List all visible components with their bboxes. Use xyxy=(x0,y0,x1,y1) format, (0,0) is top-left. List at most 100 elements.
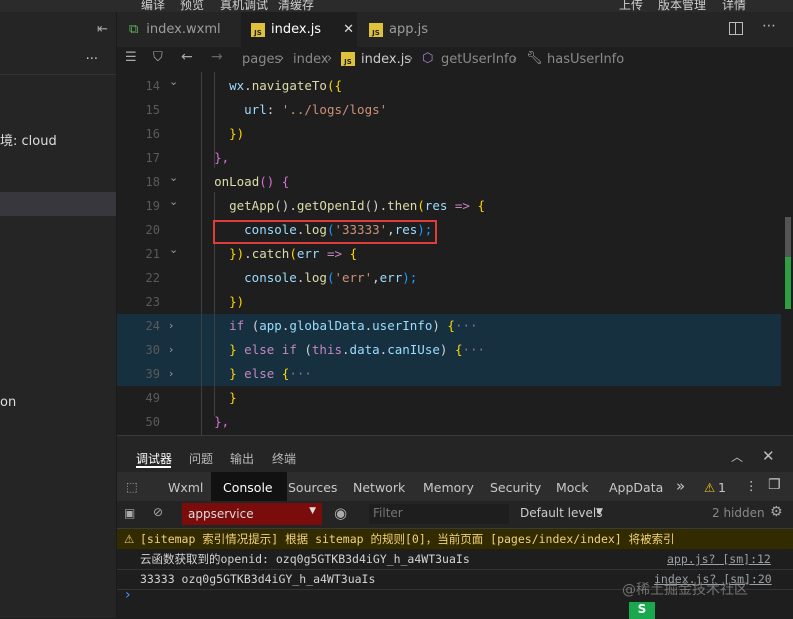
clear-console-icon[interactable]: ⊘ xyxy=(153,505,163,519)
code-line[interactable]: 19 ⌄ getApp().getOpenId().then(res => { xyxy=(117,194,781,218)
tab-index-js[interactable]: JS index.js ✕ xyxy=(241,12,357,47)
console-prompt-icon[interactable]: › xyxy=(125,587,131,603)
tab-console[interactable]: Console xyxy=(223,480,273,495)
code-token: { xyxy=(447,318,455,333)
menu-device-debug[interactable]: 真机调试 xyxy=(220,0,268,12)
eye-icon[interactable]: ◉ xyxy=(334,504,347,522)
gear-icon[interactable]: ⚙ xyxy=(770,504,783,520)
panel-tabs: 调试器 问题 输出 终端 ︿ ✕ xyxy=(117,436,793,472)
tab-appdata[interactable]: AppData xyxy=(609,480,663,495)
highlight-box xyxy=(213,220,437,244)
fold-open-icon[interactable]: ⌄ xyxy=(169,72,178,94)
list-icon[interactable]: ☰ xyxy=(125,50,137,65)
menu-clear-cache[interactable]: 清缓存 xyxy=(278,0,314,12)
code-token: }, xyxy=(214,150,230,165)
code-token: . xyxy=(364,318,373,333)
tab-memory[interactable]: Memory xyxy=(423,480,474,495)
fold-closed-icon[interactable]: › xyxy=(169,362,173,386)
breadcrumb-method[interactable]: getUserInfo xyxy=(441,52,517,67)
warning-count[interactable]: 1 xyxy=(718,480,726,495)
code-line[interactable]: 39 › } else {··· xyxy=(117,362,781,386)
more-tabs-icon[interactable]: » xyxy=(676,477,685,495)
tab-wxml[interactable]: Wxml xyxy=(168,480,203,495)
tab-sources[interactable]: Sources xyxy=(288,480,337,495)
context-selector[interactable]: appservice ▼ xyxy=(182,503,322,525)
code-token: '../logs/logs' xyxy=(281,102,388,117)
tab-terminal[interactable]: 终端 xyxy=(272,450,296,467)
code-line[interactable]: 30 › } else if (this.data.canIUse) {··· xyxy=(117,338,781,362)
log-levels-dropdown[interactable]: Default levels xyxy=(520,506,602,520)
code-line[interactable]: 50 }, xyxy=(117,410,781,434)
breadcrumb-file[interactable]: index.js xyxy=(361,52,411,67)
code-token: ··· xyxy=(462,342,486,357)
line-number: 39 xyxy=(145,367,160,381)
code-text: } xyxy=(199,386,237,410)
tab-problems[interactable]: 问题 xyxy=(189,450,213,467)
breadcrumb-pages[interactable]: pages xyxy=(242,52,281,67)
code-line[interactable]: 22 console.log('err',err); xyxy=(117,266,781,290)
selected-row[interactable] xyxy=(0,192,116,216)
filter-input[interactable] xyxy=(369,504,505,522)
tab-index-wxml[interactable]: ⧉ index.wxml xyxy=(117,12,239,47)
menu-version-manage[interactable]: 版本管理 xyxy=(658,0,706,12)
code-token: { xyxy=(349,246,358,261)
env-label: 境: cloud xyxy=(0,134,57,149)
close-tab-icon[interactable]: ✕ xyxy=(343,22,354,37)
code-line[interactable]: 16 }) xyxy=(117,122,781,146)
code-line[interactable]: 23 }) xyxy=(117,290,781,314)
code-token: err xyxy=(379,270,403,285)
breadcrumb-property[interactable]: hasUserInfo xyxy=(547,52,624,67)
menu-compile[interactable]: 编译 xyxy=(141,0,165,12)
code-line[interactable]: 49 } xyxy=(117,386,781,410)
more-icon[interactable]: ··· xyxy=(86,52,98,67)
fold-open-icon[interactable]: ⌄ xyxy=(169,166,178,190)
code-line[interactable]: 18 ⌄ onLoad() { xyxy=(117,170,781,194)
code-token: . xyxy=(244,78,252,93)
breadcrumb-index[interactable]: index xyxy=(293,52,329,67)
forward-icon[interactable]: → xyxy=(211,49,223,65)
code-line[interactable]: 24 › if (app.globalData.userInfo) {··· xyxy=(117,314,781,338)
code-line[interactable]: 14 ⌄ wx.navigateTo({ xyxy=(117,74,781,98)
fold-closed-icon[interactable]: › xyxy=(169,314,173,338)
menu-upload[interactable]: 上传 xyxy=(619,0,643,12)
tab-app-js[interactable]: JS app.js xyxy=(359,12,463,47)
tab-security[interactable]: Security xyxy=(490,480,541,495)
split-editor-icon[interactable] xyxy=(729,22,743,35)
code-line[interactable]: 15 url: '../logs/logs' xyxy=(117,98,781,122)
line-number: 23 xyxy=(145,295,160,309)
input-method-icon: S xyxy=(629,602,655,619)
code-line[interactable]: 21 ⌄ }).catch(err => { xyxy=(117,242,781,266)
tab-network[interactable]: Network xyxy=(353,480,405,495)
code-line[interactable]: 17 }, xyxy=(117,146,781,170)
line-number: 50 xyxy=(145,415,160,429)
kebab-menu-icon[interactable]: ⋮ xyxy=(745,478,758,493)
code-token: }) xyxy=(229,126,245,141)
code-token: app xyxy=(259,318,282,333)
code-token: getApp xyxy=(229,198,275,213)
menu-details[interactable]: 详情 xyxy=(722,0,746,12)
editor-tab-bar: ⧉ index.wxml JS index.js ✕ JS app.js ⋯ xyxy=(117,12,793,47)
chevron-up-icon[interactable]: ︿ xyxy=(731,448,743,465)
inspect-element-icon[interactable]: ⬚ xyxy=(126,479,138,494)
fold-closed-icon[interactable]: › xyxy=(169,338,173,362)
close-panel-icon[interactable]: ✕ xyxy=(762,447,775,465)
line-number: 18 xyxy=(145,175,160,189)
dock-icon[interactable]: ❐ xyxy=(768,477,781,493)
tab-output[interactable]: 输出 xyxy=(230,450,254,467)
line-number: 19 xyxy=(145,199,160,213)
back-icon[interactable]: ← xyxy=(181,49,193,65)
fold-open-icon[interactable]: ⌄ xyxy=(169,238,178,262)
tab-mock[interactable]: Mock xyxy=(556,480,589,495)
more-actions-icon[interactable]: ⋯ xyxy=(762,18,776,34)
fold-open-icon[interactable]: ⌄ xyxy=(169,190,178,214)
collapse-sidebar-icon[interactable]: ⇤ xyxy=(97,22,108,37)
method-icon: ⬡ xyxy=(422,51,434,66)
sidebar-toggle-icon[interactable]: ▣ xyxy=(124,506,135,520)
code-token: , xyxy=(372,270,380,285)
log-source-link[interactable]: app.js? [sm]:12 xyxy=(667,549,771,569)
menu-preview[interactable]: 预览 xyxy=(180,0,204,12)
chevron-right-icon: › xyxy=(327,51,333,66)
tab-debugger[interactable]: 调试器 xyxy=(136,450,172,467)
code-editor[interactable]: 14 ⌄ wx.navigateTo({15 url: '../logs/logs… xyxy=(117,72,793,435)
bookmark-icon[interactable]: ⛉ xyxy=(153,50,163,65)
